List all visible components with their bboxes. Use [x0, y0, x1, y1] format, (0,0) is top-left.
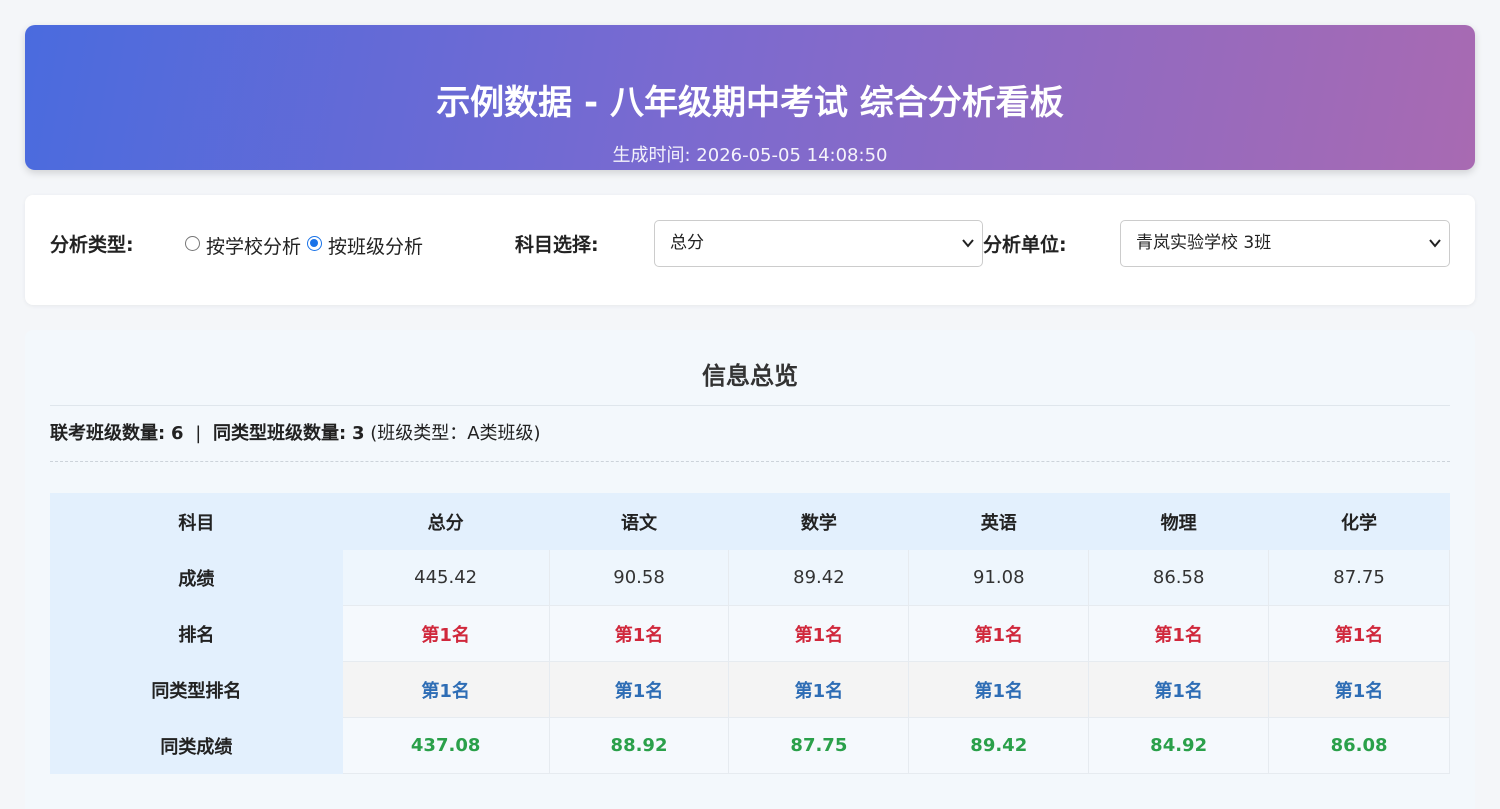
- radio-option-class[interactable]: 按班级分析: [307, 232, 423, 259]
- column-header: 化学: [1268, 493, 1450, 550]
- type-rank-cell: 第1名: [728, 661, 910, 718]
- subject-select[interactable]: 总分: [654, 220, 983, 267]
- overview-title: 信息总览: [702, 362, 798, 390]
- column-header: 总分: [341, 493, 550, 550]
- analysis-type-label: 分析类型:: [50, 234, 134, 256]
- type-score-cell: 87.75: [728, 717, 910, 774]
- type-score-cell: 437.08: [341, 717, 550, 774]
- row-header: 同类成绩: [50, 717, 343, 774]
- score-cell: 91.08: [908, 549, 1090, 606]
- overview-panel: 信息总览 联考班级数量: 6 | 同类型班级数量: 3 (班级类型：A类班级) …: [25, 330, 1475, 809]
- overview-summary: 联考班级数量: 6 | 同类型班级数量: 3 (班级类型：A类班级): [50, 421, 541, 447]
- radio-school-label: 按学校分析: [206, 235, 302, 258]
- table-row: 同类型排名 第1名 第1名 第1名 第1名 第1名 第1名: [50, 661, 1450, 718]
- same-type-count-value: 3: [351, 423, 365, 444]
- table-row: 排名 第1名 第1名 第1名 第1名 第1名 第1名: [50, 605, 1450, 662]
- subject-label: 科目选择:: [515, 234, 599, 256]
- dashed-divider: [50, 461, 1450, 462]
- rank-cell: 第1名: [908, 605, 1090, 662]
- joint-count-value: 6: [170, 423, 184, 444]
- type-rank-cell: 第1名: [548, 661, 730, 718]
- rank-cell: 第1名: [548, 605, 730, 662]
- column-header: 数学: [728, 493, 910, 550]
- column-header: 语文: [548, 493, 730, 550]
- class-type: (班级类型：A类班级): [370, 423, 541, 444]
- score-table: 科目 总分 语文 数学 英语 物理 化学 成绩 445.42 90.58 89.…: [50, 493, 1450, 774]
- row-header: 同类型排名: [50, 661, 343, 718]
- type-score-cell: 88.92: [548, 717, 730, 774]
- table-row: 成绩 445.42 90.58 89.42 91.08 86.58 87.75: [50, 549, 1450, 606]
- type-score-cell: 86.08: [1268, 717, 1450, 774]
- type-rank-cell: 第1名: [341, 661, 550, 718]
- chevron-down-icon: [962, 221, 974, 285]
- rank-cell: 第1名: [1268, 605, 1450, 662]
- page-title: 示例数据 - 八年级期中考试 综合分析看板: [436, 83, 1064, 123]
- unit-label: 分析单位:: [983, 234, 1067, 256]
- radio-class-label: 按班级分析: [328, 235, 424, 258]
- column-header: 英语: [908, 493, 1090, 550]
- score-cell: 89.42: [728, 549, 910, 606]
- rank-cell: 第1名: [728, 605, 910, 662]
- type-rank-cell: 第1名: [1088, 661, 1270, 718]
- same-type-count-label: 同类型班级数量:: [213, 423, 347, 444]
- type-rank-cell: 第1名: [908, 661, 1090, 718]
- radio-option-school[interactable]: 按学校分析: [185, 232, 301, 259]
- rank-cell: 第1名: [1088, 605, 1270, 662]
- divider: [50, 405, 1450, 406]
- score-cell: 90.58: [548, 549, 730, 606]
- radio-school[interactable]: [185, 236, 200, 251]
- rank-cell: 第1名: [341, 605, 550, 662]
- row-header: 成绩: [50, 549, 343, 606]
- score-cell: 445.42: [341, 549, 550, 606]
- analysis-type-radio-group: 按学校分析 按班级分析: [185, 230, 429, 260]
- type-rank-cell: 第1名: [1268, 661, 1450, 718]
- column-header: 物理: [1088, 493, 1270, 550]
- unit-select-value: 青岚实验学校 3班: [1136, 233, 1272, 253]
- type-score-cell: 89.42: [908, 717, 1090, 774]
- filter-panel: 分析类型: 按学校分析 按班级分析 科目选择: 总分 分析单位: 青岚实验学校 …: [25, 195, 1475, 305]
- score-cell: 87.75: [1268, 549, 1450, 606]
- dashboard-header: 示例数据 - 八年级期中考试 综合分析看板 生成时间: 2026-05-05 1…: [25, 25, 1475, 170]
- row-header: 排名: [50, 605, 343, 662]
- table-row: 同类成绩 437.08 88.92 87.75 89.42 84.92 86.0…: [50, 717, 1450, 774]
- radio-class[interactable]: [307, 236, 323, 251]
- joint-count-label: 联考班级数量:: [50, 423, 166, 444]
- generated-time: 生成时间: 2026-05-05 14:08:50: [612, 145, 888, 166]
- column-header: 科目: [50, 493, 343, 550]
- chevron-down-icon: [1429, 221, 1441, 285]
- unit-select[interactable]: 青岚实验学校 3班: [1120, 220, 1450, 267]
- table-header-row: 科目 总分 语文 数学 英语 物理 化学: [50, 493, 1450, 550]
- summary-separator: |: [195, 423, 202, 444]
- score-cell: 86.58: [1088, 549, 1270, 606]
- subject-select-value: 总分: [670, 233, 704, 253]
- type-score-cell: 84.92: [1088, 717, 1270, 774]
